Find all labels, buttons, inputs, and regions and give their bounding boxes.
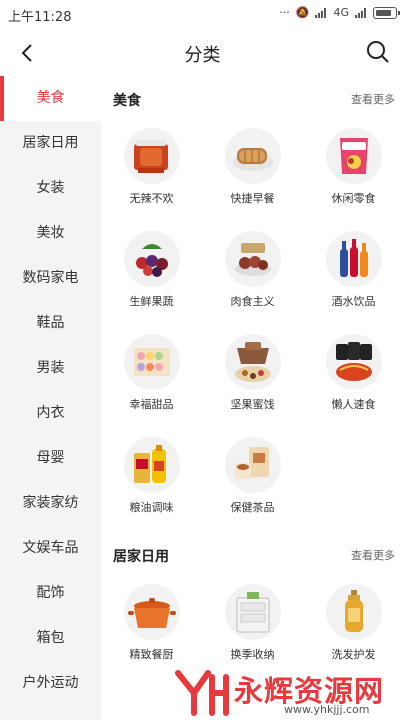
sidebar-item-electronics[interactable]: 数码家电 [0, 256, 101, 301]
subcategory-item[interactable]: 保健茶品 [202, 429, 303, 532]
tea-box-icon [225, 437, 281, 493]
section-title: 美食 [113, 93, 141, 109]
subcategory-item[interactable]: 坚果蜜饯 [202, 326, 303, 429]
sidebar-item-womens-wear[interactable]: 女装 [0, 166, 101, 211]
subcategory-item[interactable]: 幸福甜品 [101, 326, 202, 429]
sidebar-item-outdoor[interactable]: 户外运动 [0, 661, 101, 706]
sidebar-item-household[interactable]: 居家日用 [0, 121, 101, 166]
watermark-logo-icon [175, 670, 229, 716]
sidebar-item-accessories[interactable]: 配饰 [0, 571, 101, 616]
sidebar-item-food[interactable]: 美食 [0, 76, 101, 121]
sidebar-item-entertainment-auto[interactable]: 文娱车品 [0, 526, 101, 571]
subcategory-label: 酒水饮品 [331, 295, 376, 308]
subcategory-item[interactable]: 懒人速食 [303, 326, 404, 429]
subcategory-label: 精致餐厨 [129, 648, 174, 661]
subcategory-label: 懒人速食 [331, 398, 376, 411]
sidebar-item-underwear[interactable]: 内衣 [0, 391, 101, 436]
subcategory-label: 保健茶品 [230, 501, 275, 514]
berries-icon [124, 231, 180, 287]
category-sidebar: 美食 居家日用 女装 美妆 数码家电 鞋品 男装 内衣 母婴 家装家纺 文娱车品… [0, 76, 101, 720]
chips-bag-icon [326, 128, 382, 184]
subcategory-item[interactable]: 生鲜果蔬 [101, 223, 202, 326]
page-title: 分类 [184, 45, 221, 66]
nav-bar: 分类 [0, 30, 405, 76]
status-bar: 上午11:28 ··· 🔕 4G [0, 0, 405, 30]
subcategory-label: 肉食主义 [230, 295, 275, 308]
sidebar-item-mens-wear[interactable]: 男装 [0, 346, 101, 391]
watermark: 永辉资源网 www.yhkjjj.com [170, 664, 405, 720]
subcategory-item[interactable]: 肉食主义 [202, 223, 303, 326]
status-icons: ··· 🔕 4G [279, 6, 400, 19]
subcategory-label: 洗发护发 [331, 648, 376, 661]
subcategory-label: 无辣不欢 [129, 192, 174, 205]
subcategory-label: 换季收纳 [230, 648, 275, 661]
more-dots-icon: ··· [279, 6, 290, 19]
sidebar-item-baby[interactable]: 母婴 [0, 436, 101, 481]
subcategory-label: 坚果蜜饯 [230, 398, 275, 411]
nut-box-icon [225, 334, 281, 390]
shampoo-bottle-icon [326, 584, 382, 640]
watermark-url: www.yhkjjj.com [284, 703, 370, 716]
section-header-household: 居家日用 查看更多 [101, 532, 405, 576]
category-content: 美食 查看更多 无辣不欢 快捷早餐 休闲零食 生鲜果蔬 肉食主义 酒水饮品 幸福… [101, 76, 405, 720]
meat-snack-icon [124, 128, 180, 184]
signal-icon [355, 7, 367, 18]
subcategory-label: 快捷早餐 [230, 192, 275, 205]
instant-noodle-icon [326, 334, 382, 390]
subcategory-label: 生鲜果蔬 [129, 295, 174, 308]
macaron-box-icon [124, 334, 180, 390]
subcategory-grid-food: 无辣不欢 快捷早餐 休闲零食 生鲜果蔬 肉食主义 酒水饮品 幸福甜品 坚果蜜饯 … [101, 120, 405, 532]
subcategory-item[interactable]: 粮油调味 [101, 429, 202, 532]
sidebar-item-bags[interactable]: 箱包 [0, 616, 101, 661]
see-more-link[interactable]: 查看更多 [351, 547, 395, 563]
bottles-icon [326, 231, 382, 287]
subcategory-label: 幸福甜品 [129, 398, 174, 411]
section-header-food: 美食 查看更多 [101, 76, 405, 120]
casserole-pot-icon [124, 584, 180, 640]
bread-icon [225, 128, 281, 184]
subcategory-item[interactable]: 休闲零食 [303, 120, 404, 223]
mute-icon: 🔕 [295, 6, 310, 19]
subcategory-label: 休闲零食 [331, 192, 376, 205]
sidebar-item-shoes[interactable]: 鞋品 [0, 301, 101, 346]
sidebar-item-cosmetics[interactable]: 美妆 [0, 211, 101, 256]
subcategory-item[interactable]: 快捷早餐 [202, 120, 303, 223]
subcategory-label: 粮油调味 [129, 501, 174, 514]
oil-rice-icon [124, 437, 180, 493]
battery-icon [373, 6, 400, 19]
search-button[interactable] [365, 39, 391, 65]
network-type: 4G [333, 6, 349, 19]
sidebar-item-home-textiles[interactable]: 家装家纺 [0, 481, 101, 526]
subcategory-item[interactable]: 无辣不欢 [101, 120, 202, 223]
see-more-link[interactable]: 查看更多 [351, 91, 395, 107]
section-title: 居家日用 [113, 549, 169, 565]
status-time: 上午11:28 [8, 10, 72, 25]
subcategory-item[interactable]: 酒水饮品 [303, 223, 404, 326]
braised-meat-icon [225, 231, 281, 287]
hd-signal-icon [315, 7, 327, 18]
search-icon [367, 41, 389, 63]
storage-drawer-icon [225, 584, 281, 640]
